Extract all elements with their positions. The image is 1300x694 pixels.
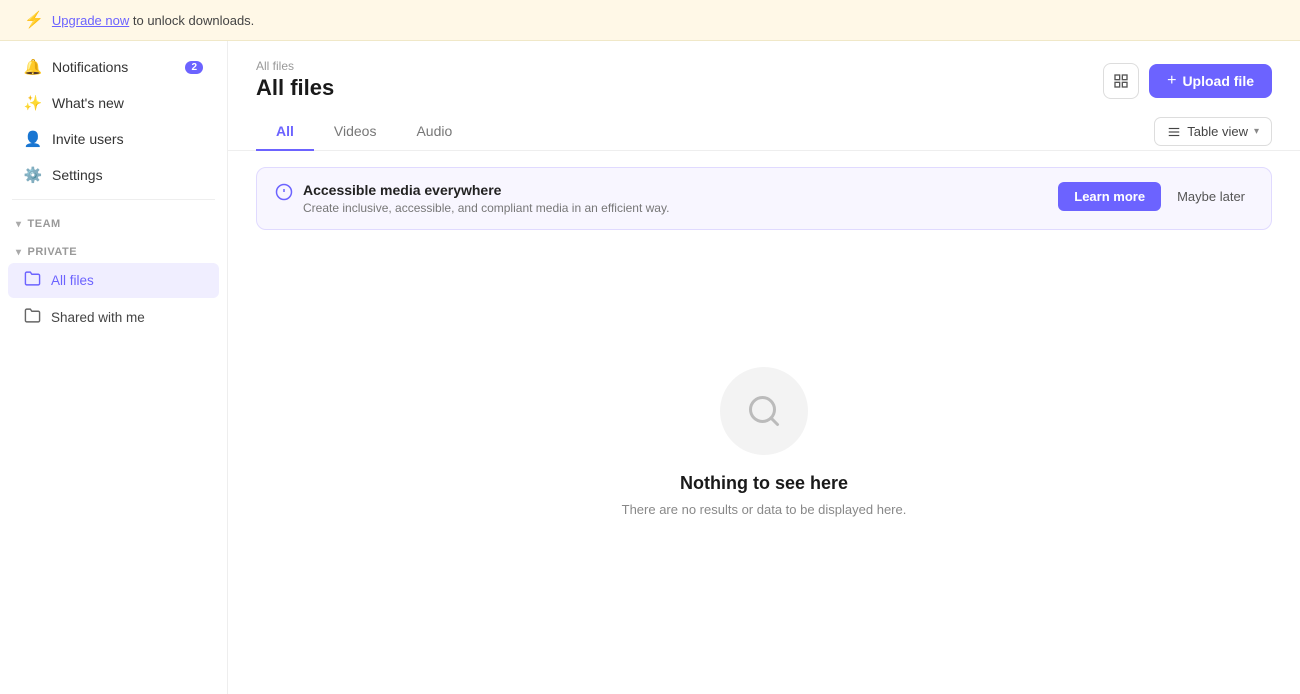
bell-icon: 🔔 <box>24 58 42 76</box>
empty-state-icon-circle <box>720 367 808 455</box>
notification-badge: 2 <box>185 61 203 74</box>
chevron-down-icon: ▾ <box>1254 126 1259 137</box>
info-banner-text: Accessible media everywhere Create inclu… <box>303 182 1048 215</box>
learn-more-button[interactable]: Learn more <box>1058 182 1161 211</box>
upload-file-button[interactable]: + Upload file <box>1149 64 1272 98</box>
breadcrumb-area: All files All files <box>256 59 334 101</box>
tabs-bar: All Videos Audio Table view ▾ <box>228 113 1300 151</box>
info-banner-title: Accessible media everywhere <box>303 182 1048 198</box>
info-banner-description: Create inclusive, accessible, and compli… <box>303 201 1048 215</box>
sidebar-item-label: Notifications <box>52 59 128 75</box>
sidebar-item-label: Settings <box>52 167 103 183</box>
lightning-icon: ⚡ <box>24 10 44 30</box>
sidebar: 🔔 Notifications 2 ✨ What's new 👤 Invite … <box>0 41 228 694</box>
sidebar-item-all-files[interactable]: All files <box>8 263 219 298</box>
info-banner-actions: Learn more Maybe later <box>1058 182 1253 211</box>
page-title: All files <box>256 75 334 101</box>
sidebar-divider <box>12 199 215 200</box>
sidebar-item-whats-new[interactable]: ✨ What's new <box>8 86 219 120</box>
tab-all[interactable]: All <box>256 113 314 151</box>
empty-state: Nothing to see here There are no results… <box>228 230 1300 694</box>
tab-videos[interactable]: Videos <box>314 113 397 151</box>
info-banner: Accessible media everywhere Create inclu… <box>256 167 1272 230</box>
chevron-down-icon: ▾ <box>16 247 22 258</box>
sidebar-item-invite-users[interactable]: 👤 Invite users <box>8 122 219 156</box>
sidebar-item-shared-with-me[interactable]: Shared with me <box>8 300 219 335</box>
tab-audio[interactable]: Audio <box>396 113 472 151</box>
gear-icon: ⚙️ <box>24 166 42 184</box>
view-toggle-button[interactable] <box>1103 63 1139 99</box>
upgrade-banner: ⚡ Upgrade now to unlock downloads. <box>0 0 1300 41</box>
sidebar-item-settings[interactable]: ⚙️ Settings <box>8 158 219 192</box>
chevron-down-icon: ▾ <box>16 219 22 230</box>
content-header: All files All files + Upload file <box>228 41 1300 101</box>
breadcrumb: All files <box>256 59 334 73</box>
banner-text: Upgrade now to unlock downloads. <box>52 13 254 28</box>
sidebar-item-label: Invite users <box>52 131 124 147</box>
sidebar-item-notifications[interactable]: 🔔 Notifications 2 <box>8 50 219 84</box>
sidebar-nav-label: All files <box>51 273 94 288</box>
table-view-label: Table view <box>1187 124 1248 139</box>
folder-shared-icon <box>24 307 41 328</box>
folder-icon <box>24 270 41 291</box>
table-view-button[interactable]: Table view ▾ <box>1154 117 1272 146</box>
tabs-list: All Videos Audio <box>256 113 472 150</box>
sidebar-nav-label: Shared with me <box>51 310 145 325</box>
empty-state-description: There are no results or data to be displ… <box>622 502 907 517</box>
user-icon: 👤 <box>24 130 42 148</box>
sidebar-item-label: What's new <box>52 95 124 111</box>
sidebar-section-private: ▾ PRIVATE <box>0 234 227 262</box>
header-actions: + Upload file <box>1103 63 1272 99</box>
upgrade-link[interactable]: Upgrade now <box>52 13 129 28</box>
sidebar-section-team: ▾ TEAM <box>0 206 227 234</box>
upload-plus-icon: + <box>1167 72 1176 90</box>
maybe-later-button[interactable]: Maybe later <box>1169 182 1253 211</box>
main-content: All files All files + Upload file <box>228 41 1300 694</box>
empty-state-title: Nothing to see here <box>680 473 848 494</box>
info-circle-icon <box>275 183 293 206</box>
sparkle-icon: ✨ <box>24 94 42 112</box>
